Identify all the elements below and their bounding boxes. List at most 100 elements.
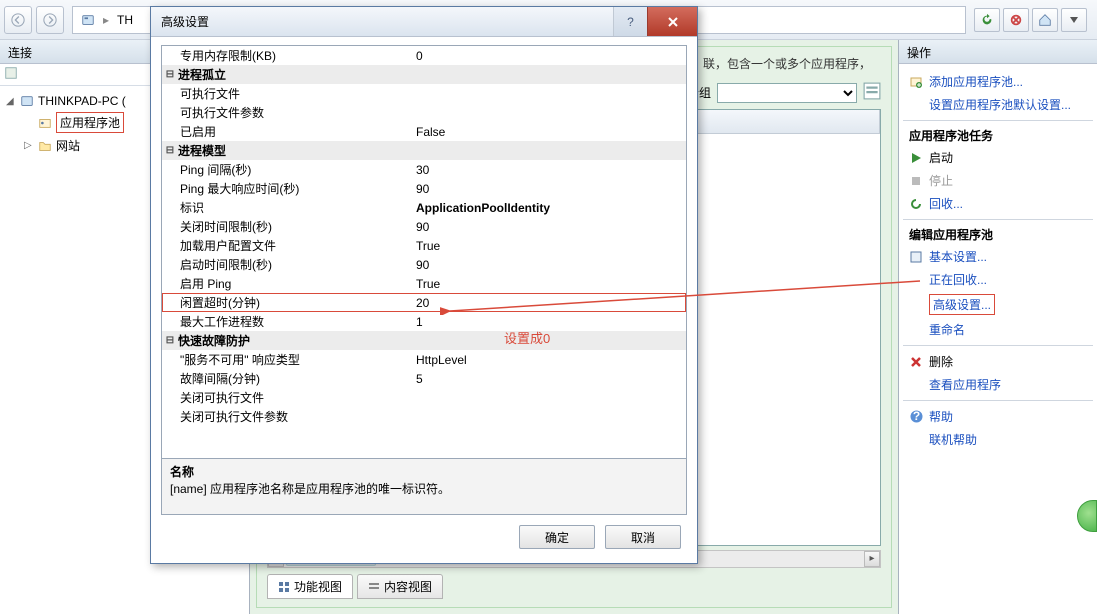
collapse-icon[interactable]: ⊟ bbox=[162, 335, 178, 346]
property-desc-name: 名称 bbox=[170, 463, 678, 480]
property-row[interactable]: 可执行文件 bbox=[162, 84, 686, 103]
nav-forward-button[interactable] bbox=[36, 6, 64, 34]
property-grid[interactable]: 专用内存限制(KB)0⊟进程孤立可执行文件可执行文件参数已启用False⊟进程模… bbox=[161, 45, 687, 459]
property-row[interactable]: 启动时间限制(秒)90 bbox=[162, 255, 686, 274]
property-row[interactable]: 关闭时间限制(秒)90 bbox=[162, 217, 686, 236]
annotation-text: 设置成0 bbox=[504, 328, 550, 347]
grid-dropdown-icon[interactable] bbox=[863, 82, 881, 103]
action-delete[interactable]: 删除 bbox=[903, 350, 1093, 373]
collapse-icon[interactable]: ⊟ bbox=[162, 145, 178, 156]
action-rename[interactable]: 重命名 bbox=[903, 318, 1093, 341]
property-name: 关闭可执行文件 bbox=[162, 389, 412, 406]
chevron-right-icon[interactable]: ▷ bbox=[24, 140, 34, 151]
property-name: 标识 bbox=[162, 199, 412, 216]
chevron-right-icon: ▸ bbox=[103, 13, 109, 27]
play-icon bbox=[909, 151, 923, 165]
property-description: 名称 [name] 应用程序池名称是应用程序池的唯一标识符。 bbox=[161, 459, 687, 515]
property-value[interactable]: 5 bbox=[412, 372, 686, 386]
property-row[interactable]: Ping 间隔(秒)30 bbox=[162, 160, 686, 179]
list-icon bbox=[368, 581, 380, 593]
recycle-icon bbox=[909, 197, 923, 211]
action-stop[interactable]: 停止 bbox=[903, 169, 1093, 192]
property-value[interactable]: 90 bbox=[412, 258, 686, 272]
refresh-button[interactable] bbox=[974, 8, 1000, 32]
dialog-close-button[interactable] bbox=[647, 7, 697, 36]
property-category[interactable]: ⊟进程模型 bbox=[162, 141, 686, 160]
dropdown-toolbar[interactable] bbox=[1061, 8, 1087, 32]
collapse-icon[interactable]: ⊟ bbox=[162, 69, 178, 80]
action-advanced-settings[interactable]: 高级设置... bbox=[903, 291, 1093, 318]
server-icon bbox=[81, 13, 95, 27]
dialog-titlebar[interactable]: 高级设置 ? bbox=[151, 7, 697, 37]
section-tasks: 应用程序池任务 bbox=[903, 120, 1093, 146]
stop-button-toolbar[interactable] bbox=[1003, 8, 1029, 32]
action-basic-settings[interactable]: 基本设置... bbox=[903, 245, 1093, 268]
property-name: 加载用户配置文件 bbox=[162, 237, 412, 254]
dialog-title: 高级设置 bbox=[161, 13, 613, 30]
property-value[interactable]: False bbox=[412, 125, 686, 139]
property-category[interactable]: ⊟进程孤立 bbox=[162, 65, 686, 84]
grid-icon bbox=[278, 581, 290, 593]
svg-text:?: ? bbox=[912, 410, 919, 423]
ok-button[interactable]: 确定 bbox=[519, 525, 595, 549]
property-row[interactable]: 关闭可执行文件 bbox=[162, 388, 686, 407]
property-row[interactable]: 闲置超时(分钟)20 bbox=[162, 293, 686, 312]
server-icon bbox=[20, 94, 34, 108]
property-name: "服务不可用" 响应类型 bbox=[162, 351, 412, 368]
property-category[interactable]: ⊟快速故障防护 bbox=[162, 331, 686, 350]
nav-back-button[interactable] bbox=[4, 6, 32, 34]
action-online-help[interactable]: 联机帮助 bbox=[903, 428, 1093, 451]
property-value[interactable]: 0 bbox=[412, 49, 686, 63]
property-value[interactable]: 90 bbox=[412, 220, 686, 234]
property-value[interactable]: HttpLevel bbox=[412, 353, 686, 367]
property-row[interactable]: 已启用False bbox=[162, 122, 686, 141]
property-row[interactable]: 最大工作进程数1 bbox=[162, 312, 686, 331]
tab-content-view[interactable]: 内容视图 bbox=[357, 574, 443, 599]
chevron-down-icon[interactable]: ◢ bbox=[6, 96, 16, 107]
property-name: 已启用 bbox=[162, 123, 412, 140]
tab-feature-view[interactable]: 功能视图 bbox=[267, 574, 353, 599]
property-name: Ping 间隔(秒) bbox=[162, 161, 412, 178]
property-name: 可执行文件 bbox=[162, 85, 412, 102]
property-value[interactable]: True bbox=[412, 239, 686, 253]
action-view-apps[interactable]: 查看应用程序 bbox=[903, 373, 1093, 396]
cancel-button[interactable]: 取消 bbox=[605, 525, 681, 549]
action-recycle[interactable]: 回收... bbox=[903, 192, 1093, 215]
scroll-right-button[interactable]: ▸ bbox=[864, 551, 880, 567]
property-value[interactable]: True bbox=[412, 277, 686, 291]
actions-header: 操作 bbox=[899, 40, 1097, 64]
property-row[interactable]: 加载用户配置文件True bbox=[162, 236, 686, 255]
property-value[interactable]: 20 bbox=[412, 296, 686, 310]
home-button[interactable] bbox=[1032, 8, 1058, 32]
action-add-app-pool[interactable]: 添加应用程序池... bbox=[903, 70, 1093, 93]
help-icon: ? bbox=[909, 410, 923, 424]
property-row[interactable]: 可执行文件参数 bbox=[162, 103, 686, 122]
property-row[interactable]: 关闭可执行文件参数 bbox=[162, 407, 686, 426]
action-help[interactable]: ?帮助 bbox=[903, 405, 1093, 428]
property-row[interactable]: "服务不可用" 响应类型HttpLevel bbox=[162, 350, 686, 369]
delete-icon bbox=[909, 355, 923, 369]
dialog-help-button[interactable]: ? bbox=[613, 7, 647, 36]
action-set-defaults[interactable]: 设置应用程序池默认设置... bbox=[903, 93, 1093, 116]
property-row[interactable]: 专用内存限制(KB)0 bbox=[162, 46, 686, 65]
breadcrumb-root[interactable] bbox=[77, 11, 99, 29]
actions-panel: 操作 添加应用程序池... 设置应用程序池默认设置... 应用程序池任务 启动 … bbox=[899, 40, 1097, 614]
property-row[interactable]: 启用 PingTrue bbox=[162, 274, 686, 293]
property-name: 闲置超时(分钟) bbox=[162, 294, 412, 311]
property-row[interactable]: 标识ApplicationPoolIdentity bbox=[162, 198, 686, 217]
action-start[interactable]: 启动 bbox=[903, 146, 1093, 169]
property-name: 最大工作进程数 bbox=[162, 313, 412, 330]
property-value[interactable]: 90 bbox=[412, 182, 686, 196]
action-recycling[interactable]: 正在回收... bbox=[903, 268, 1093, 291]
tree-app-pool-label: 应用程序池 bbox=[56, 112, 124, 133]
breadcrumb-item[interactable]: TH bbox=[113, 11, 137, 29]
tree-toolbar-icon[interactable] bbox=[4, 66, 18, 83]
group-select[interactable] bbox=[717, 83, 857, 103]
section-edit: 编辑应用程序池 bbox=[903, 219, 1093, 245]
property-row[interactable]: 故障间隔(分钟)5 bbox=[162, 369, 686, 388]
property-row[interactable]: Ping 最大响应时间(秒)90 bbox=[162, 179, 686, 198]
property-value[interactable]: 30 bbox=[412, 163, 686, 177]
property-name: Ping 最大响应时间(秒) bbox=[162, 180, 412, 197]
property-value[interactable]: 1 bbox=[412, 315, 686, 329]
property-value[interactable]: ApplicationPoolIdentity bbox=[412, 201, 686, 215]
